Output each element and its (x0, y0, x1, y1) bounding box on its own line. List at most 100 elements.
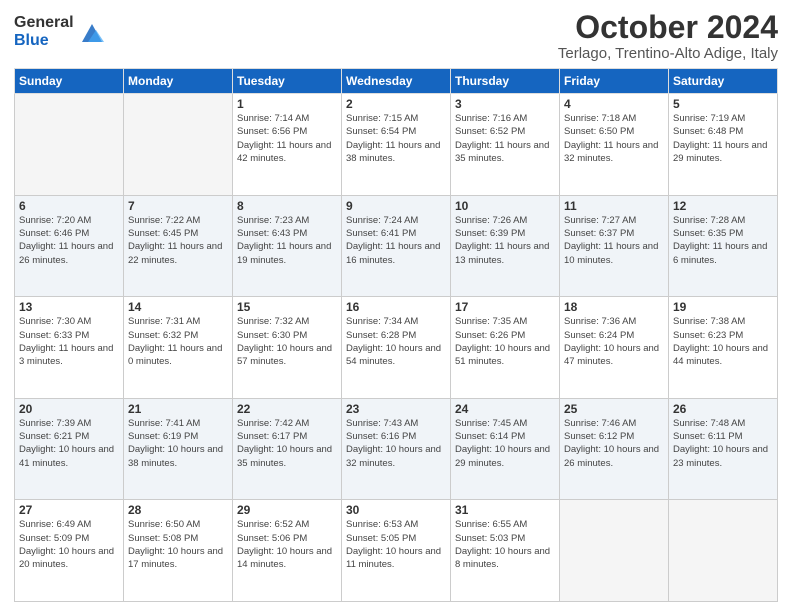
table-row: 23Sunrise: 7:43 AM Sunset: 6:16 PM Dayli… (342, 398, 451, 500)
table-row: 14Sunrise: 7:31 AM Sunset: 6:32 PM Dayli… (124, 297, 233, 399)
day-info: Sunrise: 7:27 AM Sunset: 6:37 PM Dayligh… (564, 214, 664, 267)
logo-icon (78, 18, 106, 46)
main-title: October 2024 (558, 10, 778, 45)
table-row: 7Sunrise: 7:22 AM Sunset: 6:45 PM Daylig… (124, 195, 233, 297)
day-number: 7 (128, 199, 228, 213)
table-row (15, 94, 124, 196)
col-wednesday: Wednesday (342, 69, 451, 94)
header: General Blue October 2024 Terlago, Trent… (14, 10, 778, 62)
table-row (124, 94, 233, 196)
day-number: 9 (346, 199, 446, 213)
table-row: 26Sunrise: 7:48 AM Sunset: 6:11 PM Dayli… (669, 398, 778, 500)
day-info: Sunrise: 7:20 AM Sunset: 6:46 PM Dayligh… (19, 214, 119, 267)
table-row: 15Sunrise: 7:32 AM Sunset: 6:30 PM Dayli… (233, 297, 342, 399)
day-info: Sunrise: 7:45 AM Sunset: 6:14 PM Dayligh… (455, 417, 555, 470)
day-number: 17 (455, 300, 555, 314)
day-info: Sunrise: 6:55 AM Sunset: 5:03 PM Dayligh… (455, 518, 555, 571)
day-number: 22 (237, 402, 337, 416)
page: General Blue October 2024 Terlago, Trent… (0, 0, 792, 612)
day-info: Sunrise: 7:41 AM Sunset: 6:19 PM Dayligh… (128, 417, 228, 470)
day-info: Sunrise: 7:24 AM Sunset: 6:41 PM Dayligh… (346, 214, 446, 267)
day-info: Sunrise: 7:43 AM Sunset: 6:16 PM Dayligh… (346, 417, 446, 470)
day-info: Sunrise: 7:48 AM Sunset: 6:11 PM Dayligh… (673, 417, 773, 470)
day-info: Sunrise: 7:22 AM Sunset: 6:45 PM Dayligh… (128, 214, 228, 267)
header-row: Sunday Monday Tuesday Wednesday Thursday… (15, 69, 778, 94)
day-info: Sunrise: 7:14 AM Sunset: 6:56 PM Dayligh… (237, 112, 337, 165)
calendar-week-row: 27Sunrise: 6:49 AM Sunset: 5:09 PM Dayli… (15, 500, 778, 602)
logo: General Blue (14, 14, 106, 49)
table-row: 10Sunrise: 7:26 AM Sunset: 6:39 PM Dayli… (451, 195, 560, 297)
col-thursday: Thursday (451, 69, 560, 94)
day-info: Sunrise: 7:16 AM Sunset: 6:52 PM Dayligh… (455, 112, 555, 165)
table-row: 29Sunrise: 6:52 AM Sunset: 5:06 PM Dayli… (233, 500, 342, 602)
day-info: Sunrise: 7:26 AM Sunset: 6:39 PM Dayligh… (455, 214, 555, 267)
table-row: 17Sunrise: 7:35 AM Sunset: 6:26 PM Dayli… (451, 297, 560, 399)
logo-text: General Blue (14, 14, 74, 49)
table-row: 2Sunrise: 7:15 AM Sunset: 6:54 PM Daylig… (342, 94, 451, 196)
table-row: 30Sunrise: 6:53 AM Sunset: 5:05 PM Dayli… (342, 500, 451, 602)
calendar-week-row: 6Sunrise: 7:20 AM Sunset: 6:46 PM Daylig… (15, 195, 778, 297)
table-row: 19Sunrise: 7:38 AM Sunset: 6:23 PM Dayli… (669, 297, 778, 399)
calendar-week-row: 13Sunrise: 7:30 AM Sunset: 6:33 PM Dayli… (15, 297, 778, 399)
day-info: Sunrise: 7:28 AM Sunset: 6:35 PM Dayligh… (673, 214, 773, 267)
day-number: 8 (237, 199, 337, 213)
table-row: 21Sunrise: 7:41 AM Sunset: 6:19 PM Dayli… (124, 398, 233, 500)
day-info: Sunrise: 7:34 AM Sunset: 6:28 PM Dayligh… (346, 315, 446, 368)
table-row: 18Sunrise: 7:36 AM Sunset: 6:24 PM Dayli… (560, 297, 669, 399)
calendar-table: Sunday Monday Tuesday Wednesday Thursday… (14, 68, 778, 602)
day-info: Sunrise: 7:46 AM Sunset: 6:12 PM Dayligh… (564, 417, 664, 470)
day-info: Sunrise: 7:31 AM Sunset: 6:32 PM Dayligh… (128, 315, 228, 368)
day-info: Sunrise: 7:39 AM Sunset: 6:21 PM Dayligh… (19, 417, 119, 470)
day-info: Sunrise: 6:52 AM Sunset: 5:06 PM Dayligh… (237, 518, 337, 571)
day-number: 25 (564, 402, 664, 416)
day-info: Sunrise: 7:32 AM Sunset: 6:30 PM Dayligh… (237, 315, 337, 368)
day-info: Sunrise: 6:50 AM Sunset: 5:08 PM Dayligh… (128, 518, 228, 571)
table-row: 5Sunrise: 7:19 AM Sunset: 6:48 PM Daylig… (669, 94, 778, 196)
table-row: 22Sunrise: 7:42 AM Sunset: 6:17 PM Dayli… (233, 398, 342, 500)
day-number: 4 (564, 97, 664, 111)
table-row: 12Sunrise: 7:28 AM Sunset: 6:35 PM Dayli… (669, 195, 778, 297)
title-section: October 2024 Terlago, Trentino-Alto Adig… (558, 10, 778, 62)
table-row: 11Sunrise: 7:27 AM Sunset: 6:37 PM Dayli… (560, 195, 669, 297)
day-number: 15 (237, 300, 337, 314)
col-monday: Monday (124, 69, 233, 94)
table-row: 4Sunrise: 7:18 AM Sunset: 6:50 PM Daylig… (560, 94, 669, 196)
col-sunday: Sunday (15, 69, 124, 94)
table-row (669, 500, 778, 602)
day-number: 12 (673, 199, 773, 213)
table-row: 13Sunrise: 7:30 AM Sunset: 6:33 PM Dayli… (15, 297, 124, 399)
table-row: 28Sunrise: 6:50 AM Sunset: 5:08 PM Dayli… (124, 500, 233, 602)
day-info: Sunrise: 6:53 AM Sunset: 5:05 PM Dayligh… (346, 518, 446, 571)
col-saturday: Saturday (669, 69, 778, 94)
day-info: Sunrise: 7:15 AM Sunset: 6:54 PM Dayligh… (346, 112, 446, 165)
day-number: 29 (237, 503, 337, 517)
day-number: 11 (564, 199, 664, 213)
day-number: 14 (128, 300, 228, 314)
day-number: 13 (19, 300, 119, 314)
day-info: Sunrise: 7:30 AM Sunset: 6:33 PM Dayligh… (19, 315, 119, 368)
day-number: 20 (19, 402, 119, 416)
day-number: 5 (673, 97, 773, 111)
subtitle: Terlago, Trentino-Alto Adige, Italy (558, 45, 778, 62)
table-row: 20Sunrise: 7:39 AM Sunset: 6:21 PM Dayli… (15, 398, 124, 500)
day-number: 21 (128, 402, 228, 416)
day-number: 18 (564, 300, 664, 314)
day-info: Sunrise: 7:23 AM Sunset: 6:43 PM Dayligh… (237, 214, 337, 267)
table-row: 27Sunrise: 6:49 AM Sunset: 5:09 PM Dayli… (15, 500, 124, 602)
day-info: Sunrise: 7:42 AM Sunset: 6:17 PM Dayligh… (237, 417, 337, 470)
table-row: 8Sunrise: 7:23 AM Sunset: 6:43 PM Daylig… (233, 195, 342, 297)
day-number: 3 (455, 97, 555, 111)
calendar-week-row: 20Sunrise: 7:39 AM Sunset: 6:21 PM Dayli… (15, 398, 778, 500)
day-info: Sunrise: 7:36 AM Sunset: 6:24 PM Dayligh… (564, 315, 664, 368)
table-row: 25Sunrise: 7:46 AM Sunset: 6:12 PM Dayli… (560, 398, 669, 500)
day-number: 27 (19, 503, 119, 517)
day-number: 26 (673, 402, 773, 416)
day-number: 1 (237, 97, 337, 111)
table-row: 6Sunrise: 7:20 AM Sunset: 6:46 PM Daylig… (15, 195, 124, 297)
day-info: Sunrise: 7:38 AM Sunset: 6:23 PM Dayligh… (673, 315, 773, 368)
calendar-week-row: 1Sunrise: 7:14 AM Sunset: 6:56 PM Daylig… (15, 94, 778, 196)
day-number: 16 (346, 300, 446, 314)
day-number: 2 (346, 97, 446, 111)
col-friday: Friday (560, 69, 669, 94)
day-number: 28 (128, 503, 228, 517)
